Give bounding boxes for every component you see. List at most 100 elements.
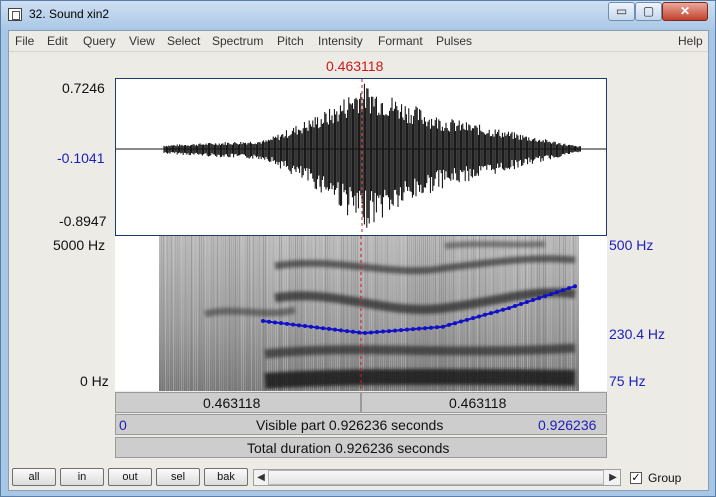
wave-ymin-label: -0.8947	[59, 213, 107, 229]
pitch-point	[321, 326, 325, 331]
pitch-point	[471, 316, 475, 321]
pitch-point	[483, 312, 487, 317]
pitch-point	[405, 327, 409, 332]
spectrogram-stripe	[473, 236, 474, 391]
editor-panel: File Edit Query View Select Spectrum Pit…	[8, 30, 709, 491]
spectrogram-stripe	[169, 236, 170, 391]
pitch-point	[573, 284, 577, 289]
spec-fmin-label: 0 Hz	[80, 373, 109, 389]
spectrogram-stripe	[185, 236, 186, 391]
spectrogram-stripe	[457, 236, 458, 391]
spectrogram-stripe	[329, 236, 330, 391]
scroll-right-icon[interactable]: ▶	[606, 470, 620, 485]
spectrogram-stripe	[199, 236, 200, 391]
minimize-icon[interactable]: ▭	[608, 2, 635, 21]
spectrogram-stripe	[373, 236, 374, 391]
spectrogram-stripe	[309, 236, 310, 391]
spectrogram-stripe	[203, 236, 204, 391]
spectrogram-stripe	[347, 236, 348, 391]
spectrogram-stripe	[303, 236, 304, 391]
spectrogram-stripe	[381, 236, 382, 391]
spectrogram-stripe	[361, 236, 362, 391]
close-icon[interactable]: ✕	[662, 2, 708, 21]
pitch-point	[285, 321, 289, 326]
pitch-point	[357, 330, 361, 335]
wave-ymax-label: 0.7246	[62, 80, 105, 96]
menu-edit[interactable]: Edit	[47, 34, 68, 48]
bottom-toolbar: all in out sel bak ◀ ▶ ✓ Group	[9, 464, 708, 490]
spectrogram-stripe	[301, 236, 302, 391]
time-left-segment[interactable]: 0.463118	[115, 392, 361, 413]
menu-bar: File Edit Query View Select Spectrum Pit…	[9, 31, 708, 52]
group-checkbox[interactable]: ✓	[630, 472, 642, 484]
pitch-point	[375, 330, 379, 335]
pitch-point	[333, 327, 337, 332]
visible-part-text: Visible part 0.926236 seconds	[256, 417, 444, 433]
pitch-point	[273, 320, 277, 325]
app-icon[interactable]	[8, 8, 22, 21]
menu-intensity[interactable]: Intensity	[318, 34, 363, 48]
spectrogram-stripe	[307, 236, 308, 391]
time-right-segment[interactable]: 0.463118	[361, 392, 607, 413]
total-duration-text: Total duration 0.926236 seconds	[247, 440, 450, 456]
pitch-point	[411, 327, 415, 332]
pitch-point	[423, 326, 427, 331]
scroll-thumb[interactable]	[268, 470, 604, 485]
spectrogram-stripe	[333, 236, 334, 391]
spectrogram-stripe	[345, 236, 346, 391]
pitch-point	[531, 298, 535, 303]
time-left-value: 0.463118	[203, 395, 261, 411]
zoom-in-button[interactable]: in	[60, 468, 104, 486]
maximize-icon[interactable]: ▢	[635, 2, 662, 21]
menu-formant[interactable]: Formant	[378, 34, 423, 48]
spectrogram-stripe	[197, 236, 198, 391]
spectrogram-stripe	[389, 236, 390, 391]
zoom-all-button[interactable]: all	[12, 468, 56, 486]
pitch-point	[261, 319, 265, 323]
spectrogram-stripe	[407, 236, 408, 391]
zoom-selection-button[interactable]: sel	[156, 468, 200, 486]
pitch-point	[447, 322, 451, 327]
time-scrollbar[interactable]: ◀ ▶	[253, 469, 621, 486]
spectrogram-stripe	[383, 236, 384, 391]
spectrogram-stripe	[183, 236, 184, 391]
spectrogram-stripe	[173, 236, 174, 391]
spectrogram-view[interactable]	[115, 236, 607, 391]
spectrogram-stripe	[349, 236, 350, 391]
menu-file[interactable]: File	[15, 34, 34, 48]
zoom-back-button[interactable]: bak	[204, 468, 248, 486]
spectrogram-stripe	[341, 236, 342, 391]
pitch-point	[399, 328, 403, 333]
pitch-point	[315, 325, 319, 330]
menu-help[interactable]: Help	[678, 34, 703, 48]
menu-pitch[interactable]: Pitch	[277, 34, 304, 48]
menu-pulses[interactable]: Pulses	[436, 34, 472, 48]
pitch-point	[351, 329, 355, 334]
spectrogram-stripe	[313, 236, 314, 391]
menu-select[interactable]: Select	[167, 34, 200, 48]
scroll-left-icon[interactable]: ◀	[254, 470, 268, 485]
spectrogram-stripe	[189, 236, 190, 391]
pitch-point	[441, 324, 445, 329]
spectrogram-stripe	[305, 236, 306, 391]
total-duration-bar[interactable]: Total duration 0.926236 seconds	[115, 437, 607, 458]
spectrogram-stripe	[379, 236, 380, 391]
pitch-point	[381, 329, 385, 334]
pitch-point	[519, 302, 523, 307]
menu-view[interactable]: View	[129, 34, 155, 48]
spectrogram-stripe	[311, 236, 312, 391]
visible-part-bar[interactable]: 0 Visible part 0.926236 seconds 0.926236	[115, 414, 607, 435]
waveform-view[interactable]	[115, 78, 607, 236]
menu-query[interactable]: Query	[83, 34, 116, 48]
zoom-out-button[interactable]: out	[108, 468, 152, 486]
pitch-point	[279, 321, 283, 326]
cursor-time-label: 0.463118	[326, 58, 384, 74]
menu-spectrum[interactable]: Spectrum	[212, 34, 263, 48]
pitch-point	[291, 322, 295, 327]
pitch-point	[393, 328, 397, 333]
pitch-point	[339, 328, 343, 333]
pitch-point	[507, 306, 511, 311]
title-bar[interactable]: 32. Sound xin2 ▭ ▢ ✕	[1, 1, 715, 29]
spectrogram-stripe	[165, 236, 166, 391]
spectrogram-stripe	[339, 236, 340, 391]
